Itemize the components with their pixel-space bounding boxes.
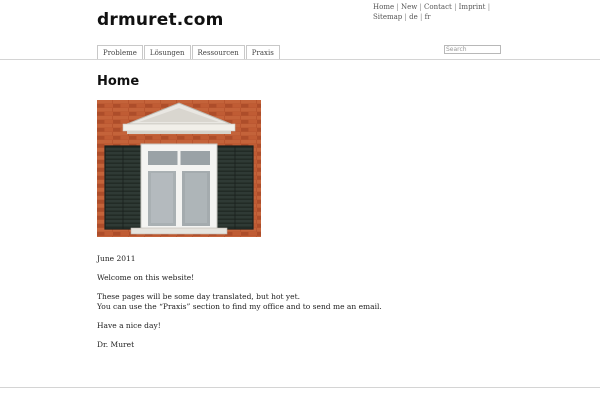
link-new[interactable]: New xyxy=(401,3,417,11)
separator: | xyxy=(404,13,407,21)
link-lang-fr[interactable]: fr xyxy=(425,13,431,21)
separator: | xyxy=(419,3,422,11)
date-text: June 2011 xyxy=(97,254,136,263)
footer-divider xyxy=(0,387,600,388)
link-contact[interactable]: Contact xyxy=(424,3,452,11)
tab-praxis[interactable]: Praxis xyxy=(245,45,280,60)
page-title: Home xyxy=(97,74,140,89)
search-input[interactable]: Search xyxy=(444,45,501,54)
tab-probleme[interactable]: Probleme xyxy=(97,45,143,60)
separator: | xyxy=(454,3,457,11)
link-sitemap[interactable]: Sitemap xyxy=(373,13,402,21)
tab-loesungen[interactable]: Lösungen xyxy=(143,45,191,60)
nav-divider xyxy=(0,59,600,60)
link-lang-de[interactable]: de xyxy=(409,13,418,21)
site-title[interactable]: drmuret.com xyxy=(97,10,224,30)
top-links: Home | New | Contact | Imprint | Sitemap… xyxy=(373,2,503,22)
main-content: June 2011 Welcome on this website! These… xyxy=(97,254,382,349)
tab-ressourcen[interactable]: Ressourcen xyxy=(191,45,245,60)
welcome-text: Welcome on this website! xyxy=(97,273,195,282)
separator: | xyxy=(396,3,399,11)
paragraph-line: These pages will be some day translated,… xyxy=(97,292,300,301)
link-home[interactable]: Home xyxy=(373,3,394,11)
main-nav: Probleme Lösungen Ressourcen Praxis xyxy=(97,45,281,60)
separator: | xyxy=(487,3,491,11)
signature-text: Dr. Muret xyxy=(97,339,135,349)
closing-text: Have a nice day! xyxy=(97,320,161,330)
separator: | xyxy=(419,13,423,21)
window-photo xyxy=(97,100,261,237)
link-imprint[interactable]: Imprint xyxy=(459,3,486,11)
paragraph-line: You can use the “Praxis” section to find… xyxy=(97,301,382,311)
